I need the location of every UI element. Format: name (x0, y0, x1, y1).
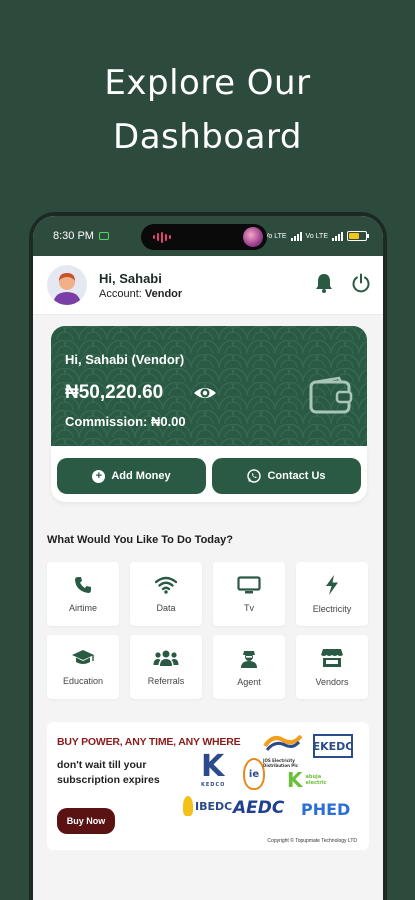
jos-logo-text: JOS Electricity Distribution Plc (263, 758, 298, 768)
status-time: 8:30 PM (53, 230, 94, 242)
account-type: Account: Vendor (99, 288, 182, 300)
promo-line-2: Dashboard (113, 117, 302, 157)
graduation-cap-icon (72, 649, 94, 664)
phone-frame: 8:30 PM Vo LTE Vo LTE Hi, Sahabi Account… (29, 212, 387, 900)
abuja-electric-logo: K abuja electric (287, 768, 340, 792)
status-bar: 8:30 PM Vo LTE Vo LTE (33, 216, 383, 256)
commission: Commission: ₦0.00 (65, 414, 186, 429)
service-education[interactable]: Education (47, 635, 119, 699)
bell-icon[interactable] (315, 273, 333, 298)
service-vendors[interactable]: Vendors (296, 635, 368, 699)
kedco-logo-text: KEDCO (201, 782, 226, 788)
service-electricity[interactable]: Electricity (296, 562, 368, 626)
add-money-button[interactable]: + Add Money (57, 458, 206, 494)
service-label: Referrals (147, 675, 185, 686)
add-money-label: Add Money (111, 470, 171, 482)
banner-copyright: Copyright © Topupmate Technology LTD (267, 838, 357, 844)
music-app-icon (243, 227, 263, 247)
wallet-icon (309, 376, 353, 419)
service-label: Data (156, 602, 176, 613)
signal-icon-2 (332, 231, 343, 241)
battery-icon (347, 231, 369, 241)
wallet-greeting: Hi, Sahabi (Vendor) (65, 352, 185, 367)
banner-subtitle: don't wait till your subscription expire… (57, 759, 160, 786)
eye-icon[interactable] (193, 382, 217, 409)
services-grid: Airtime Data Tv Electricity Education Re… (47, 562, 369, 699)
service-data[interactable]: Data (130, 562, 202, 626)
dynamic-island (141, 224, 267, 250)
app-header: Hi, Sahabi Account: Vendor (33, 256, 383, 315)
power-icon[interactable] (351, 273, 371, 298)
service-referrals[interactable]: Referrals (130, 635, 202, 699)
contact-us-label: Contact Us (267, 470, 326, 482)
wifi-icon (155, 576, 177, 594)
banner-title: BUY POWER, ANY TIME, ANY WHERE (57, 736, 241, 748)
account-label: Account: (99, 287, 142, 300)
signal-icon (290, 231, 302, 241)
service-label: Airtime (68, 602, 97, 613)
wallet-actions: + Add Money Contact Us (51, 446, 367, 502)
tv-icon (237, 575, 261, 593)
phone-icon (75, 576, 91, 593)
ibedc-logo: IBEDC (183, 796, 232, 816)
jos-electric-logo: JOS Electricity Distribution Plc (263, 734, 311, 768)
service-label: Education (62, 675, 104, 686)
service-tv[interactable]: Tv (213, 562, 285, 626)
buy-now-button[interactable]: Buy Now (57, 808, 115, 834)
ibedc-logo-text: IBEDC (195, 799, 233, 813)
users-icon (153, 650, 179, 666)
ekedc-logo: EKEDC (313, 734, 353, 758)
service-airtime[interactable]: Airtime (47, 562, 119, 626)
avatar[interactable] (47, 265, 87, 305)
promo-headline: Explore Our Dashboard (0, 56, 415, 164)
service-label: Vendors (315, 676, 349, 687)
account-type-value: Vendor (144, 287, 183, 300)
contact-us-button[interactable]: Contact Us (212, 458, 361, 494)
app-indicator-icon (98, 232, 109, 240)
services-title: What Would You Like To Do Today? (47, 534, 233, 546)
network-label-1: Vo LTE (264, 232, 287, 240)
wallet-card: Hi, Sahabi (Vendor) ₦50,220.60 Commissio… (51, 326, 367, 464)
whatsapp-icon (247, 469, 262, 483)
kedco-logo: K KEDCO (201, 749, 226, 789)
service-label: Electricity (312, 603, 352, 614)
phone-screen: 8:30 PM Vo LTE Vo LTE Hi, Sahabi Account… (33, 216, 383, 900)
plus-icon: + (92, 469, 106, 483)
service-label: Tv (244, 602, 254, 613)
abuja-logo-text: abuja electric (305, 774, 327, 786)
service-label: Agent (237, 676, 261, 687)
store-icon (321, 648, 343, 667)
aedc-logo: AEDC (233, 798, 285, 818)
wallet-balance: ₦50,220.60 (65, 382, 164, 403)
bolt-icon (326, 574, 338, 595)
audio-wave-icon (153, 231, 171, 243)
promo-line-1: Explore Our (104, 63, 311, 103)
ie-logo: ie (243, 758, 265, 790)
promo-banner[interactable]: BUY POWER, ANY TIME, ANY WHERE don't wai… (47, 722, 369, 850)
agent-icon (241, 650, 257, 668)
network-label-2: Vo LTE (305, 232, 328, 240)
user-greeting: Hi, Sahabi (99, 270, 162, 286)
service-agent[interactable]: Agent (213, 635, 285, 699)
phed-logo: PHED (301, 800, 351, 819)
